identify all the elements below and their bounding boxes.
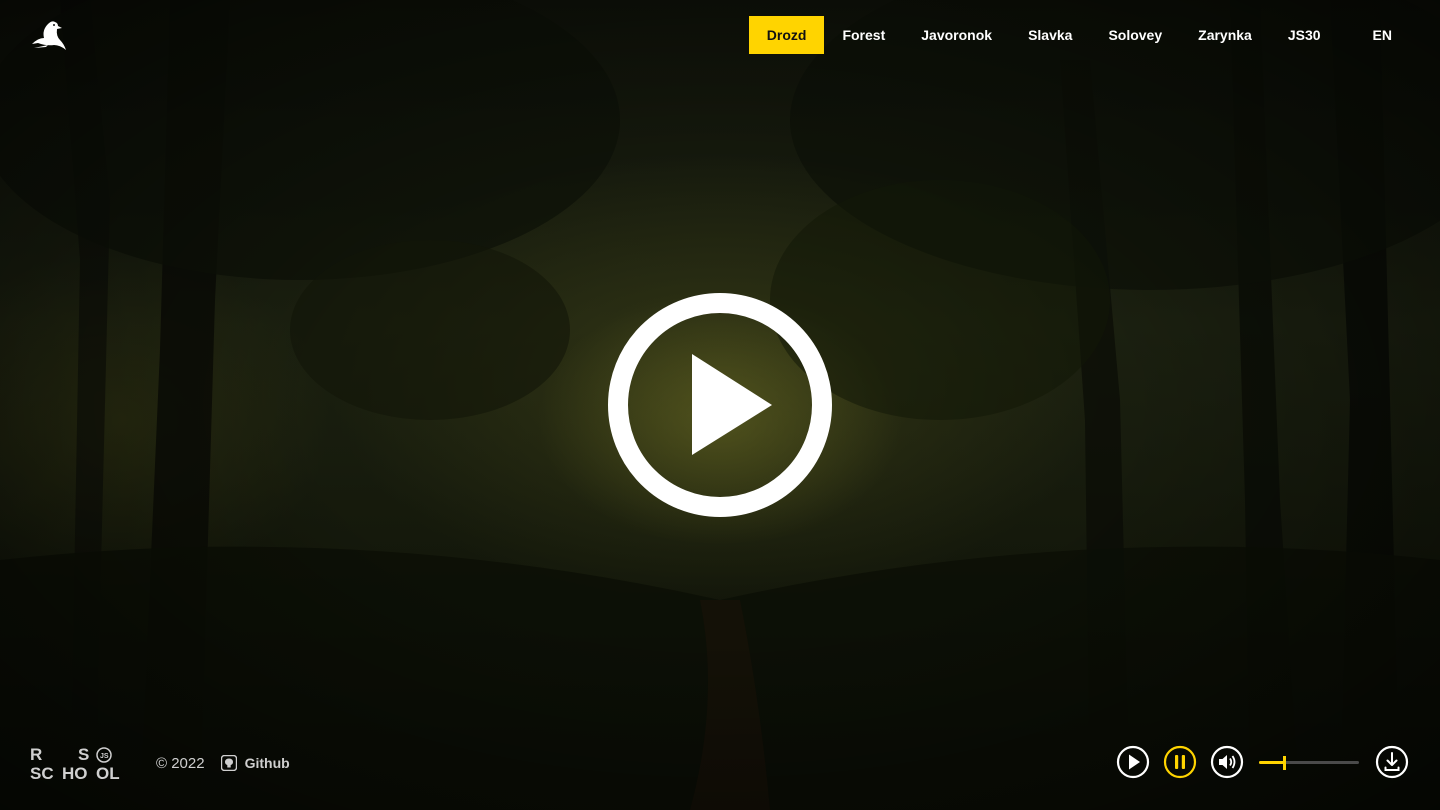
language-switch[interactable]: EN	[1339, 16, 1410, 54]
main-nav: Drozd Forest Javoronok Slavka Solovey Za…	[748, 16, 1410, 54]
copyright: © 2022	[156, 754, 205, 772]
volume-thumb[interactable]	[1283, 756, 1286, 770]
pause-icon[interactable]	[1162, 744, 1198, 780]
svg-text:JS: JS	[100, 753, 109, 760]
nav-item-solovey[interactable]: Solovey	[1090, 16, 1180, 54]
nav-item-slavka[interactable]: Slavka	[1010, 16, 1090, 54]
volume-slider[interactable]	[1259, 756, 1359, 770]
player-controls	[1115, 744, 1410, 780]
github-icon	[220, 755, 237, 771]
nav-item-zarynka[interactable]: Zarynka	[1180, 16, 1270, 54]
nav-item-drozd[interactable]: Drozd	[748, 16, 825, 54]
svg-text:SC: SC	[30, 764, 54, 782]
volume-fill	[1259, 761, 1284, 764]
bird-logo-icon[interactable]	[28, 18, 68, 54]
github-link[interactable]: Github	[220, 755, 290, 771]
download-icon[interactable]	[1374, 744, 1410, 780]
volume-icon[interactable]	[1209, 744, 1245, 780]
rs-school-logo[interactable]: R S SC HO OL JS	[30, 744, 126, 782]
svg-text:R: R	[30, 745, 42, 764]
svg-text:OL: OL	[96, 764, 120, 782]
github-label: Github	[244, 755, 290, 771]
play-icon[interactable]	[1115, 744, 1151, 780]
play-circle-icon[interactable]	[607, 292, 833, 518]
footer: R S SC HO OL JS © 2022 Github	[30, 744, 290, 782]
nav-item-javoronok[interactable]: Javoronok	[903, 16, 1010, 54]
nav-item-forest[interactable]: Forest	[824, 16, 903, 54]
svg-text:S: S	[78, 745, 89, 764]
svg-text:HO: HO	[62, 764, 88, 782]
nav-item-js30[interactable]: JS30	[1270, 16, 1339, 54]
